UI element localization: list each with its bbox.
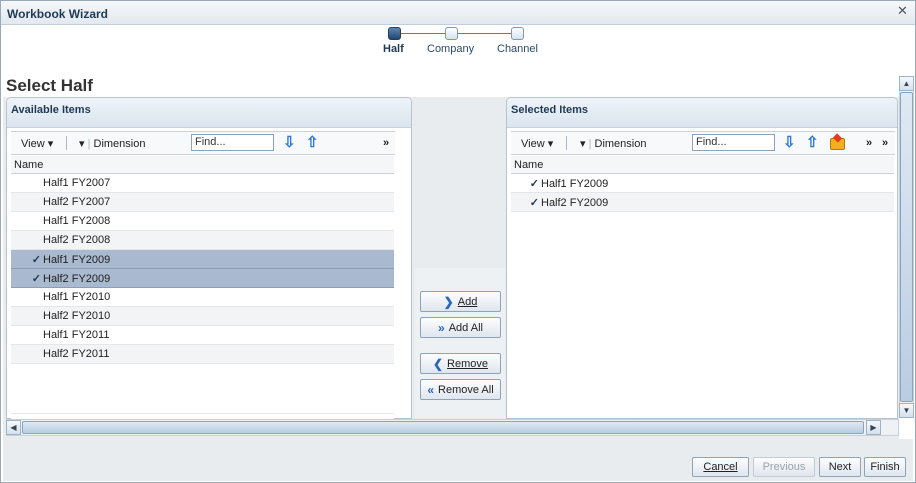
train-step-company-node[interactable] bbox=[445, 27, 458, 40]
double-chevron-left-icon: « bbox=[427, 382, 435, 397]
train-connector bbox=[457, 33, 512, 34]
more-tools-icon[interactable]: » bbox=[866, 137, 872, 149]
scroll-up-icon[interactable]: ▲ bbox=[899, 76, 914, 91]
vertical-scroll-thumb[interactable] bbox=[900, 92, 913, 402]
list-item-label: Half2 FY2009 bbox=[541, 197, 609, 209]
selected-column-header[interactable]: Name bbox=[511, 156, 894, 174]
add-button[interactable]: ❯ Add bbox=[420, 291, 501, 312]
train-connector bbox=[400, 33, 446, 34]
list-item-label: Half1 FY2011 bbox=[43, 329, 110, 341]
more-tools-icon[interactable]: » bbox=[383, 137, 389, 149]
available-items-title: Available Items bbox=[11, 104, 91, 116]
view-menu[interactable]: View ▾ bbox=[521, 137, 553, 150]
view-menu[interactable]: View ▾ bbox=[21, 137, 53, 150]
checkmark-icon: ✓ bbox=[31, 254, 41, 266]
list-item[interactable]: ✓ Half1 FY2009 bbox=[11, 250, 394, 269]
title-bar bbox=[1, 1, 915, 25]
find-input[interactable]: Find... bbox=[191, 134, 274, 151]
add-all-button[interactable]: » Add All bbox=[420, 317, 501, 338]
double-chevron-right-icon: » bbox=[438, 320, 445, 335]
train-step-channel-label[interactable]: Channel bbox=[497, 43, 538, 55]
list-item-label: Half2 FY2008 bbox=[43, 234, 111, 246]
next-button[interactable]: Next bbox=[819, 457, 861, 477]
move-down-icon[interactable]: ⇩ bbox=[783, 134, 796, 152]
list-item[interactable]: Half2 FY2007 bbox=[11, 193, 394, 212]
list-item-label: Half2 FY2010 bbox=[43, 310, 111, 322]
move-down-icon[interactable]: ⇩ bbox=[283, 134, 296, 152]
checkmark-icon: ✓ bbox=[529, 178, 539, 190]
overflow-icon[interactable]: » bbox=[882, 137, 888, 149]
list-item-label: Half1 FY2007 bbox=[43, 177, 111, 189]
dimension-menu[interactable]: ▾ | Dimension bbox=[580, 137, 646, 150]
available-list: Half1 FY2007 Half2 FY2007 Half1 FY2008 Half… bbox=[11, 174, 394, 364]
list-item[interactable]: Half2 FY2008 bbox=[11, 231, 394, 250]
selected-items-title: Selected Items bbox=[511, 104, 589, 116]
train-step-company-label[interactable]: Company bbox=[427, 43, 474, 55]
page-title: Select Half bbox=[6, 76, 93, 95]
list-item-label: Half1 FY2009 bbox=[43, 254, 111, 266]
list-item[interactable]: Half1 FY2007 bbox=[11, 174, 394, 193]
checkmark-icon: ✓ bbox=[529, 197, 539, 209]
dimension-menu[interactable]: ▾ | Dimension bbox=[79, 137, 145, 150]
scroll-right-icon[interactable]: ▶ bbox=[866, 420, 881, 435]
list-item-label: Half2 FY2007 bbox=[43, 196, 111, 208]
move-up-icon[interactable]: ⇧ bbox=[306, 134, 319, 152]
close-icon[interactable]: ✕ bbox=[897, 4, 908, 18]
dialog-title: Workbook Wizard bbox=[7, 7, 109, 21]
list-item-label: Half1 FY2009 bbox=[541, 178, 609, 190]
train-step-channel-node[interactable] bbox=[511, 27, 524, 40]
list-item-label: Half1 FY2010 bbox=[43, 291, 111, 303]
list-item[interactable]: Half1 FY2008 bbox=[11, 212, 394, 231]
chevron-left-icon: ❮ bbox=[432, 356, 444, 371]
toolbar-separator bbox=[66, 136, 67, 150]
list-item-label: Half1 FY2008 bbox=[43, 215, 111, 227]
list-item-label: Half2 FY2011 bbox=[43, 348, 110, 360]
finish-button[interactable]: Finish bbox=[864, 457, 906, 477]
list-item[interactable]: ✓ Half1 FY2009 bbox=[511, 174, 894, 193]
list-item[interactable]: ✓ Half2 FY2009 bbox=[11, 269, 394, 288]
chevron-right-icon: ❯ bbox=[443, 294, 454, 309]
scroll-left-icon[interactable]: ◀ bbox=[6, 420, 21, 435]
horizontal-scroll-thumb[interactable] bbox=[22, 421, 864, 434]
toolbar-separator bbox=[566, 136, 567, 150]
cancel-button[interactable]: Cancel bbox=[692, 457, 749, 477]
train-step-half-label[interactable]: Half bbox=[383, 43, 404, 55]
find-input[interactable]: Find... bbox=[692, 134, 775, 151]
list-item[interactable]: ✓ Half2 FY2009 bbox=[511, 193, 894, 212]
list-item[interactable]: Half1 FY2011 bbox=[11, 326, 394, 345]
remove-button[interactable]: ❮ Remove bbox=[420, 353, 501, 374]
train-step-half-node[interactable] bbox=[388, 27, 401, 40]
previous-button: Previous bbox=[753, 457, 815, 477]
remove-all-button[interactable]: «Remove All bbox=[420, 379, 501, 400]
list-item[interactable]: Half1 FY2010 bbox=[11, 288, 394, 307]
checkmark-icon: ✓ bbox=[31, 273, 41, 285]
list-item-label: Half2 FY2009 bbox=[43, 273, 111, 285]
available-column-header[interactable]: Name bbox=[11, 156, 394, 174]
scroll-down-icon[interactable]: ▼ bbox=[899, 403, 914, 418]
move-up-icon[interactable]: ⇧ bbox=[806, 134, 819, 152]
selected-list: ✓ Half1 FY2009 ✓ Half2 FY2009 bbox=[511, 174, 894, 212]
list-item[interactable]: Half2 FY2011 bbox=[11, 345, 394, 364]
folder-icon[interactable] bbox=[830, 138, 845, 150]
list-item[interactable]: Half2 FY2010 bbox=[11, 307, 394, 326]
